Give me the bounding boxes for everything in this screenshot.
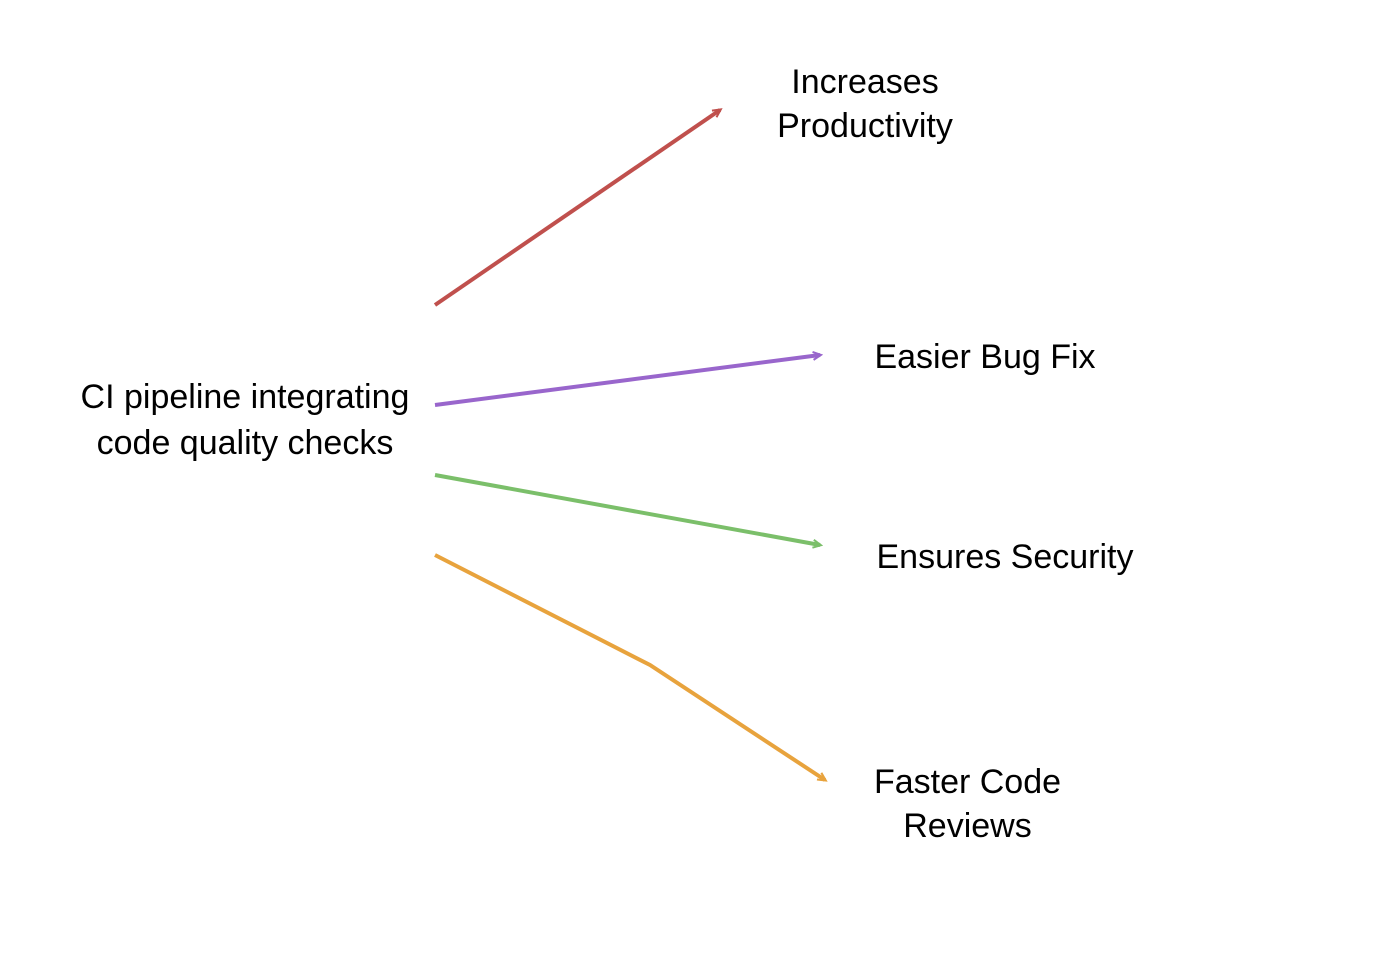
diagram-target-label-2: Easier Bug Fix <box>855 335 1115 379</box>
diagram-target-label-4: Faster CodeReviews <box>855 760 1080 848</box>
arrow-ensures-security <box>435 475 820 545</box>
arrow-increases-productivity <box>435 110 720 305</box>
arrow-easier-bug-fix <box>435 355 820 405</box>
diagram-source-label: CI pipeline integratingcode quality chec… <box>60 375 430 467</box>
arrow-faster-code-reviews <box>435 555 825 780</box>
diagram-target-label-1: IncreasesProductivity <box>755 60 975 148</box>
diagram-target-label-3: Ensures Security <box>855 535 1155 579</box>
diagram-arrows <box>0 0 1400 955</box>
